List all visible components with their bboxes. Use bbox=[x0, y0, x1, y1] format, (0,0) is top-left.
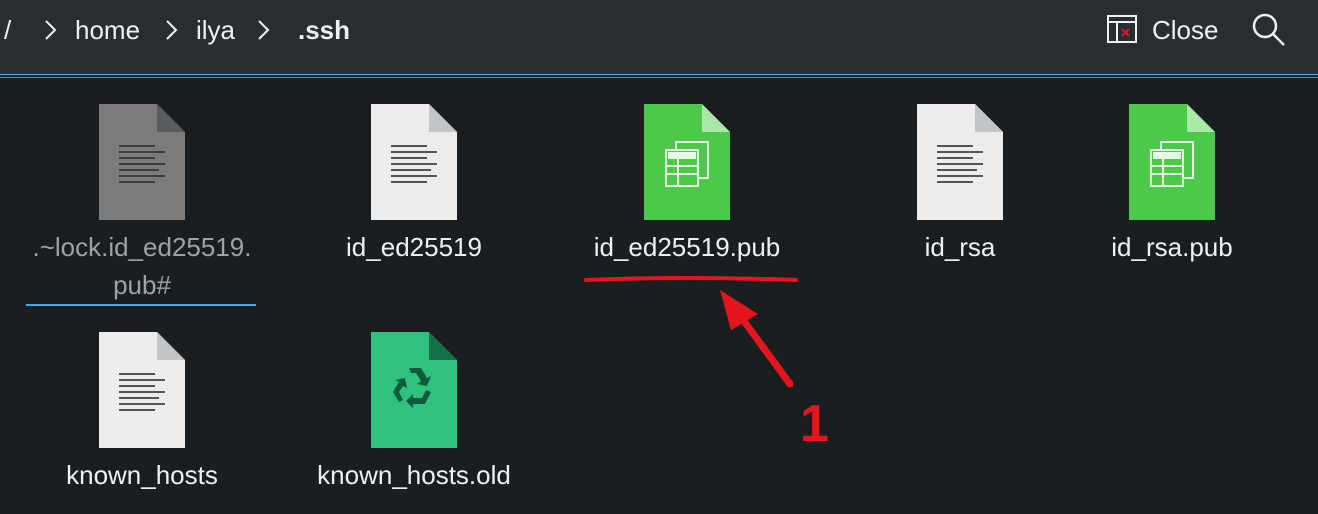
file-name: id_ed25519.pub bbox=[593, 232, 781, 262]
toolbar-edge bbox=[1300, 0, 1318, 74]
chevron-right-icon bbox=[258, 20, 270, 40]
file-name: known_hosts.old bbox=[317, 460, 511, 490]
spreadsheet-file-icon bbox=[644, 104, 730, 220]
location-toolbar: / home ilya .ssh Close bbox=[0, 0, 1318, 74]
breadcrumb-root[interactable]: / bbox=[4, 14, 11, 46]
annotation-underline bbox=[584, 276, 798, 282]
text-file-icon bbox=[99, 332, 185, 448]
close-view-button[interactable]: Close bbox=[1102, 10, 1227, 50]
close-label: Close bbox=[1152, 15, 1219, 45]
recycle-file-icon bbox=[371, 332, 457, 448]
breadcrumb-home[interactable]: home bbox=[75, 14, 140, 46]
spreadsheet-file-icon bbox=[1129, 104, 1215, 220]
annotation-number: 1 bbox=[800, 395, 829, 453]
annotation-arrow-head bbox=[720, 290, 758, 330]
rename-underline bbox=[26, 304, 256, 306]
text-file-gray-icon bbox=[99, 104, 185, 220]
chevron-right-icon bbox=[166, 20, 178, 40]
file-name: id_rsa.pub bbox=[1111, 232, 1233, 262]
breadcrumb-ilya[interactable]: ilya bbox=[196, 14, 235, 46]
toolbar-separator bbox=[0, 74, 1318, 78]
file-name: id_rsa bbox=[924, 232, 996, 262]
text-file-icon bbox=[371, 104, 457, 220]
text-file-icon bbox=[917, 104, 1003, 220]
search-icon[interactable] bbox=[1248, 10, 1290, 52]
close-view-icon bbox=[1107, 15, 1137, 43]
file-name: known_hosts bbox=[66, 460, 218, 490]
file-name: id_ed25519 bbox=[346, 232, 482, 262]
file-name: .~lock.id_ed25519. pub# bbox=[32, 232, 252, 300]
annotation-arrow-shaft bbox=[726, 298, 794, 388]
chevron-right-icon bbox=[45, 20, 57, 40]
breadcrumb-ssh[interactable]: .ssh bbox=[298, 14, 350, 46]
